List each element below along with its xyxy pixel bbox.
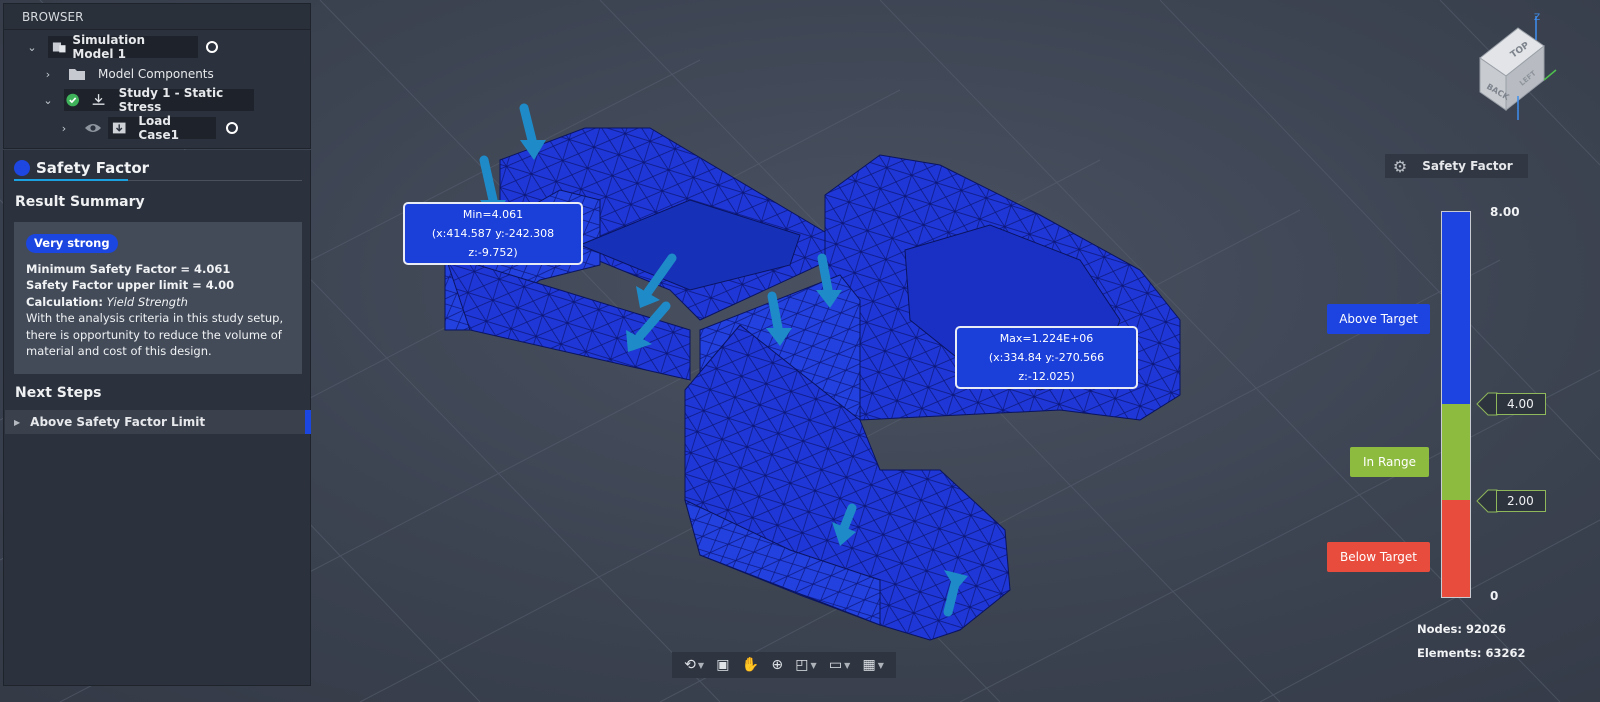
activate-radio-icon[interactable] xyxy=(206,41,218,53)
grid-caret-icon[interactable]: ▼ xyxy=(878,661,884,670)
safety-factor-dot-icon xyxy=(14,160,30,176)
safety-factor-tab-label: Safety Factor xyxy=(36,159,150,177)
legend-title: Safety Factor xyxy=(1422,159,1513,173)
pan-camera-button[interactable]: ▣ xyxy=(716,657,729,673)
load-case-node[interactable]: Load Case1 xyxy=(108,114,216,142)
display-caret-icon[interactable]: ▼ xyxy=(844,661,850,670)
scale-below-segment xyxy=(1442,500,1470,597)
orbit-caret-icon[interactable]: ▼ xyxy=(698,661,704,670)
scale-in-range-segment xyxy=(1442,404,1470,500)
lower-limit-value: 2.00 xyxy=(1507,494,1534,508)
upper-limit-text: Safety Factor upper limit = 4.00 xyxy=(26,278,235,292)
fit-icon: ◰ xyxy=(795,657,809,673)
folder-icon xyxy=(69,69,85,80)
max-callout-coords: (x:334.84 y:-270.566 z:-12.025) xyxy=(988,351,1105,383)
chevron-down-icon[interactable]: ⌄ xyxy=(42,94,54,107)
browser-title: BROWSER xyxy=(4,4,310,30)
viewcube[interactable]: TOP BACK LEFT Z xyxy=(1470,10,1562,125)
result-panel: Safety Factor Result Summary Very strong… xyxy=(3,150,311,686)
next-steps-title: Next Steps xyxy=(15,385,102,401)
active-tab-indicator xyxy=(14,179,128,181)
gear-icon[interactable]: ⚙ xyxy=(1385,157,1415,176)
display-icon: ▭ xyxy=(828,657,843,673)
simulation-model-node[interactable]: Simulation Model 1 xyxy=(48,33,198,61)
lower-limit-flag-arrow xyxy=(1476,489,1498,513)
scale-max-label: 8.00 xyxy=(1490,205,1520,219)
study-label: Study 1 - Static Stress xyxy=(118,86,224,114)
grid-button[interactable]: ▦ ▼ xyxy=(863,657,884,673)
summary-description: With the analysis criteria in this study… xyxy=(26,311,284,358)
orbit-icon: ⟲ xyxy=(684,657,696,673)
min-safety-factor-text: Minimum Safety Factor = 4.061 xyxy=(26,261,231,276)
next-step-accent xyxy=(305,410,311,434)
tree-item-simulation-model[interactable]: ⌄ Simulation Model 1 xyxy=(26,33,218,61)
scale-min-label: 0 xyxy=(1490,589,1499,603)
scale-above-segment xyxy=(1442,212,1470,404)
chevron-right-icon[interactable]: › xyxy=(58,122,70,135)
fit-button[interactable]: ◰ ▼ xyxy=(795,657,816,673)
upper-limit-flag-arrow xyxy=(1476,392,1498,416)
browser-panel: BROWSER ⌄ Simulation Model 1 › Model Com… xyxy=(3,3,311,149)
upper-limit-flag[interactable]: 4.00 xyxy=(1496,393,1546,415)
max-callout-value: Max=1.224E+06 xyxy=(999,332,1094,345)
model-icon xyxy=(52,42,66,53)
above-target-button[interactable]: Above Target xyxy=(1327,304,1430,334)
load-case-label: Load Case1 xyxy=(138,114,179,142)
zoom-button[interactable]: ⊕ xyxy=(771,657,783,673)
eye-icon[interactable] xyxy=(84,121,102,135)
legend-header[interactable]: ⚙ Safety Factor xyxy=(1385,154,1528,178)
calculation-label: Calculation: xyxy=(26,294,103,309)
axis-z-label: Z xyxy=(1534,13,1540,23)
pan-button[interactable]: ✋ xyxy=(742,657,759,673)
simulation-model-label: Simulation Model 1 xyxy=(72,33,146,61)
result-summary-title: Result Summary xyxy=(15,194,145,210)
result-summary-box: Very strong Minimum Safety Factor = 4.06… xyxy=(14,222,302,374)
model-components-label: Model Components xyxy=(98,67,214,81)
activate-radio-icon[interactable] xyxy=(226,122,238,134)
chevron-right-icon[interactable]: › xyxy=(42,68,54,81)
elements-count: Elements: 63262 xyxy=(1417,646,1526,660)
tree-item-model-components[interactable]: › Model Components xyxy=(42,62,214,86)
min-callout: Min=4.061 (x:414.587 y:-242.308 z:-9.752… xyxy=(403,202,583,265)
below-target-button[interactable]: Below Target xyxy=(1327,542,1430,572)
expand-arrow-icon[interactable]: ▶ xyxy=(14,418,20,427)
calculation-value: Yield Strength xyxy=(106,294,188,309)
tree-item-study[interactable]: ⌄ Study 1 - Static Stress xyxy=(42,86,254,114)
navigation-toolbar: ⟲ ▼ ▣ ✋ ⊕ ◰ ▼ ▭ ▼ ▦ ▼ xyxy=(672,652,896,678)
next-step-item[interactable]: ▶ Above Safety Factor Limit xyxy=(5,410,311,434)
load-case-icon xyxy=(112,122,126,134)
tab-safety-factor[interactable]: Safety Factor xyxy=(14,155,149,181)
upper-limit-value: 4.00 xyxy=(1507,397,1534,411)
grid-icon: ▦ xyxy=(862,657,876,673)
static-stress-icon xyxy=(93,94,105,105)
study-node[interactable]: Study 1 - Static Stress xyxy=(64,86,254,114)
fit-caret-icon[interactable]: ▼ xyxy=(811,661,817,670)
display-settings-button[interactable]: ▭ ▼ xyxy=(829,657,850,673)
tree-item-load-case[interactable]: › Load Case1 xyxy=(58,114,238,142)
chevron-down-icon[interactable]: ⌄ xyxy=(26,41,38,54)
lower-limit-flag[interactable]: 2.00 xyxy=(1496,490,1546,512)
check-circle-icon xyxy=(66,93,80,107)
next-step-label: Above Safety Factor Limit xyxy=(30,415,206,429)
zoom-icon: ⊕ xyxy=(771,657,784,673)
in-range-button[interactable]: In Range xyxy=(1350,447,1429,477)
max-callout: Max=1.224E+06 (x:334.84 y:-270.566 z:-12… xyxy=(955,326,1138,389)
min-callout-value: Min=4.061 xyxy=(462,208,524,221)
color-scale-bar xyxy=(1441,211,1471,598)
pan-camera-icon: ▣ xyxy=(716,657,730,673)
orbit-button[interactable]: ⟲ ▼ xyxy=(684,657,704,673)
min-callout-coords: (x:414.587 y:-242.308 z:-9.752) xyxy=(431,227,555,259)
status-badge: Very strong xyxy=(26,234,118,253)
nodes-count: Nodes: 92026 xyxy=(1417,622,1507,636)
hand-icon: ✋ xyxy=(741,657,760,673)
